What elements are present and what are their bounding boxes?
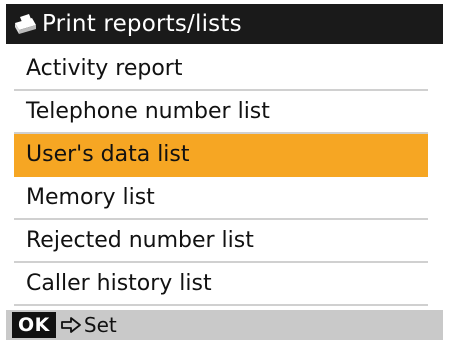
report-menu: Activity report Telephone number list Us… xyxy=(14,48,428,306)
menu-item-telephone-number-list[interactable]: Telephone number list xyxy=(14,91,428,134)
title-bar: Print reports/lists xyxy=(6,4,443,44)
set-action-label: Set xyxy=(83,313,117,337)
ok-key-badge[interactable]: OK xyxy=(12,312,56,338)
menu-item-label: Caller history list xyxy=(26,271,212,296)
printer-icon xyxy=(15,14,36,34)
page-title: Print reports/lists xyxy=(42,11,242,37)
menu-item-memory-list[interactable]: Memory list xyxy=(14,177,428,220)
lcd-screen: Print reports/lists Activity report Tele… xyxy=(0,0,453,340)
menu-item-caller-history-list[interactable]: Caller history list xyxy=(14,263,428,306)
menu-item-label: Memory list xyxy=(26,185,155,210)
menu-item-users-data-list[interactable]: User's data list xyxy=(14,134,428,177)
menu-item-label: User's data list xyxy=(26,142,190,167)
menu-item-label: Rejected number list xyxy=(26,228,254,253)
hollow-arrow-right-icon xyxy=(60,317,81,333)
button-guide-bar: OK Set xyxy=(6,310,443,340)
menu-item-activity-report[interactable]: Activity report xyxy=(14,48,428,91)
menu-item-label: Activity report xyxy=(26,56,183,81)
menu-item-label: Telephone number list xyxy=(26,99,270,124)
menu-item-rejected-number-list[interactable]: Rejected number list xyxy=(14,220,428,263)
